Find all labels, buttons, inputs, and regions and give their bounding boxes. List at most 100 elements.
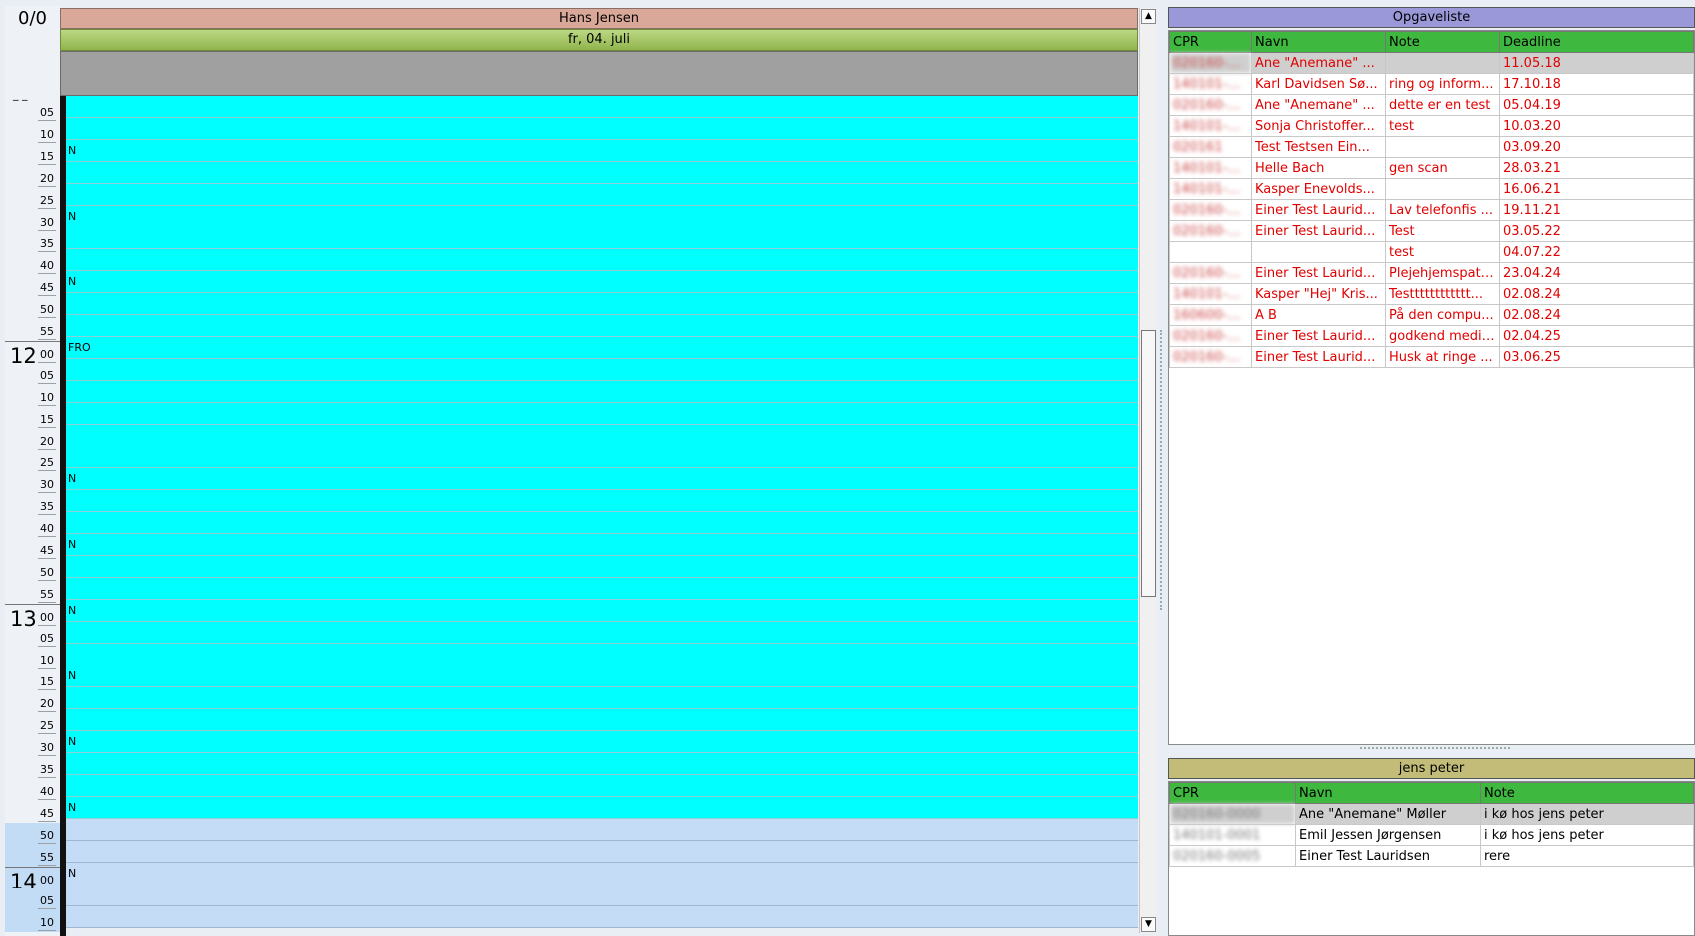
cell-note — [1385, 136, 1500, 158]
booked-time-slot[interactable]: N — [66, 271, 1138, 294]
ruler-minute-label: 55 — [38, 325, 56, 340]
table-row[interactable]: 020161 Test Testsen Ein... 03.09.20 — [1169, 136, 1694, 158]
free-time-slot[interactable]: N — [66, 862, 1138, 885]
table-row[interactable]: 140101-0000Sonja Christoffer...test10.03… — [1169, 115, 1694, 137]
booked-time-slot[interactable] — [66, 117, 1138, 140]
free-time-slot[interactable] — [66, 840, 1138, 863]
booked-time-slot[interactable] — [66, 774, 1138, 797]
ruler-slot: 35 — [5, 757, 60, 779]
free-time-slot[interactable] — [66, 906, 1138, 929]
table-row[interactable]: 140101-0001 Emil Jessen Jørgensen i kø hos… — [1169, 824, 1694, 846]
cell-name: Einer Test Laurid... — [1251, 199, 1386, 221]
booked-time-slot[interactable]: N — [66, 468, 1138, 491]
booked-time-slot[interactable] — [66, 446, 1138, 469]
booked-time-slot[interactable] — [66, 709, 1138, 732]
cell-name: Kasper "Hej" Kris... — [1251, 283, 1386, 305]
booked-time-slot[interactable] — [66, 424, 1138, 447]
vertical-splitter[interactable] — [1160, 330, 1164, 610]
ruler-slot: 55 — [5, 319, 60, 341]
table-row[interactable]: 020160-0000Einer Test Laurid...Test03.05… — [1169, 220, 1694, 242]
column-header-navn[interactable]: Navn — [1251, 31, 1386, 53]
booked-time-slot[interactable] — [66, 577, 1138, 600]
booked-time-slot[interactable] — [66, 96, 1138, 118]
ruler-minute-label: 35 — [38, 237, 56, 253]
cell-cpr: 020160-0000 — [1169, 262, 1252, 284]
booked-time-slot[interactable] — [66, 512, 1138, 535]
ruler-slot: 20 — [5, 166, 60, 188]
table-row[interactable]: 020160-0000Einer Test Laurid...Plejehjem… — [1169, 262, 1694, 284]
table-row[interactable]: 020160-0000Ane "Anemane" ...dette er en … — [1169, 94, 1694, 116]
cell-cpr: 020160-0000 — [1169, 52, 1252, 74]
booked-time-slot[interactable]: N — [66, 599, 1138, 622]
cell-deadline: 04.07.22 — [1499, 241, 1694, 263]
booked-time-slot[interactable] — [66, 555, 1138, 578]
booked-time-slot[interactable] — [66, 161, 1138, 184]
table-row[interactable]: 020160-0005 Einer Test Lauridsen rere — [1169, 845, 1694, 867]
free-time-slot[interactable] — [66, 884, 1138, 907]
ruler-minute-label: 45 — [38, 806, 56, 822]
column-header-note[interactable]: Note — [1480, 782, 1694, 804]
booked-time-slot[interactable]: N — [66, 534, 1138, 556]
horizontal-splitter[interactable] — [1360, 747, 1510, 751]
ruler-slot: 30 — [5, 210, 60, 232]
cell-note — [1385, 52, 1500, 74]
ruler-slot: 10 — [5, 648, 60, 670]
table-row[interactable]: 160600-0000A BPå den compu...02.08.24 — [1169, 304, 1694, 326]
ruler-slot: 15 — [5, 144, 60, 166]
cell-deadline: 10.03.20 — [1499, 115, 1694, 137]
table-row[interactable]: 140101-0000Helle Bachgen scan28.03.21 — [1169, 157, 1694, 179]
scrollbar-thumb[interactable] — [1141, 330, 1156, 597]
booked-time-slot[interactable] — [66, 490, 1138, 513]
scroll-up-arrow-icon[interactable]: ▲ — [1141, 9, 1156, 24]
table-row[interactable]: 020160-0000Einer Test Laurid...Lav telef… — [1169, 199, 1694, 221]
booked-time-slot[interactable] — [66, 402, 1138, 425]
booked-time-slot[interactable]: N — [66, 205, 1138, 228]
calendar-person-header[interactable]: Hans Jensen — [60, 8, 1138, 29]
booked-time-slot[interactable] — [66, 293, 1138, 316]
column-header-navn[interactable]: Navn — [1295, 782, 1481, 804]
booked-time-slot[interactable] — [66, 687, 1138, 710]
booked-time-slot[interactable] — [66, 753, 1138, 775]
booked-time-slot[interactable]: N — [66, 139, 1138, 162]
booked-time-slot[interactable] — [66, 380, 1138, 403]
column-header-cpr[interactable]: CPR — [1169, 782, 1296, 804]
booked-time-slot[interactable]: N — [66, 796, 1138, 819]
cell-deadline: 03.09.20 — [1499, 136, 1694, 158]
booked-time-slot[interactable]: N — [66, 731, 1138, 754]
calendar-date-header[interactable]: fr, 04. juli — [60, 29, 1138, 51]
booked-time-slot[interactable] — [66, 315, 1138, 337]
column-header-note[interactable]: Note — [1385, 31, 1500, 53]
table-row[interactable]: 140101-0000Kasper "Hej" Kris...Testttttt… — [1169, 283, 1694, 305]
table-row[interactable]: 020160-0000Einer Test Laurid...godkend m… — [1169, 325, 1694, 347]
free-time-slot[interactable] — [66, 818, 1138, 841]
scroll-down-arrow-icon[interactable]: ▼ — [1141, 917, 1156, 932]
calendar-grid[interactable]: N N N FRO N N N N N N N — [60, 96, 1138, 936]
table-row[interactable]: 020160-0000Ane "Anemane" ... 11.05.18 — [1169, 52, 1694, 74]
booked-time-slot[interactable] — [66, 183, 1138, 206]
booked-time-slot[interactable] — [66, 358, 1138, 381]
booked-time-slot[interactable] — [66, 249, 1138, 272]
queue-table: CPR Navn Note 020160-0000 Ane "Anemane" Møl… — [1169, 782, 1694, 867]
table-row[interactable]: 020160-0000 Ane "Anemane" Møller i kø hos … — [1169, 803, 1694, 825]
calendar-allday-area[interactable] — [60, 51, 1138, 96]
table-row[interactable]: test 04.07.22 — [1169, 241, 1694, 263]
calendar-scrollbar[interactable]: ▲ ▼ — [1139, 8, 1156, 933]
cell-deadline: 02.08.24 — [1499, 304, 1694, 326]
ruler-slot: 45 — [5, 801, 60, 823]
table-row[interactable]: 140101-0000Karl Davidsen Sø...ring og in… — [1169, 73, 1694, 95]
booked-time-slot[interactable]: N — [66, 665, 1138, 688]
cell-cpr: 020160-0000 — [1169, 94, 1252, 116]
booked-time-slot[interactable] — [66, 227, 1138, 250]
booked-time-slot[interactable]: FRO — [66, 336, 1138, 359]
table-row[interactable]: 140101-0000Kasper Enevolds... 16.06.21 — [1169, 178, 1694, 200]
cell-deadline: 11.05.18 — [1499, 52, 1694, 74]
cell-name: Einer Test Laurid... — [1251, 262, 1386, 284]
table-row[interactable]: 020160-0000Einer Test Laurid...Husk at r… — [1169, 346, 1694, 368]
ruler-minute-label: 35 — [38, 500, 56, 516]
ruler-slot: 55 — [5, 844, 60, 867]
booked-time-slot[interactable] — [66, 643, 1138, 666]
ruler-slot: 12 00 — [5, 340, 60, 368]
booked-time-slot[interactable] — [66, 621, 1138, 644]
column-header-deadline[interactable]: Deadline — [1499, 31, 1694, 53]
column-header-cpr[interactable]: CPR — [1169, 31, 1252, 53]
